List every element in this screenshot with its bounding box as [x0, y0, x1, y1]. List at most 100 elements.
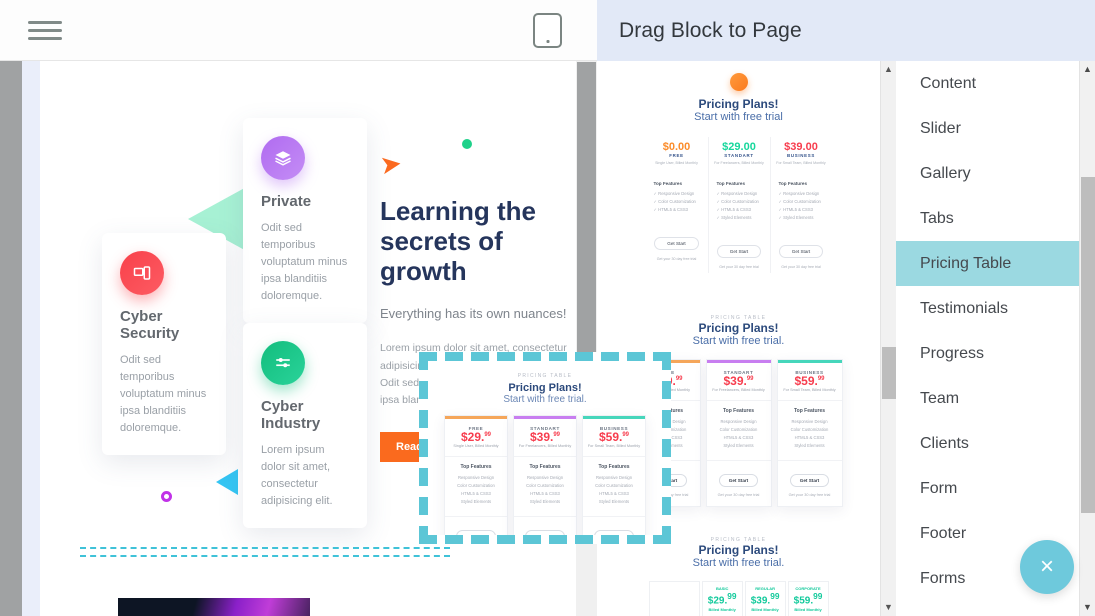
feature-item: Styled Elements: [794, 443, 825, 449]
plan-cta-button[interactable]: Get Start: [594, 530, 634, 535]
feature-item: ✓ HTML5 & CSS3: [778, 207, 813, 213]
feature-item: ✓ Styled Elements: [778, 215, 814, 221]
preview-subtitle: Start with free trial.: [692, 335, 785, 348]
block-menu-item-gallery[interactable]: Gallery: [896, 151, 1079, 196]
feature-item: Responsive Design: [791, 419, 828, 425]
close-panel-button[interactable]: ×: [1020, 540, 1074, 594]
layers-icon: [261, 136, 305, 180]
menu-scroll-down-arrow[interactable]: ▼: [1080, 603, 1095, 612]
plan-features: Top Features ✓ Responsive Design ✓ Color C…: [650, 181, 704, 212]
block-menu-scrollbar[interactable]: ▲ ▼: [1079, 61, 1095, 616]
pricing-plan-column[interactable]: STANDART $39.99 For Freelancers, Billed Mo…: [705, 359, 772, 508]
feature-item: ✓ HTML5 & CSS3: [716, 207, 751, 213]
block-menu-item-label: Form: [920, 479, 958, 497]
plan-cta-button[interactable]: Get Start: [778, 245, 824, 259]
pricing-plan-column[interactable]: BUSINESS $59.99 For Small Team, Billed Mon…: [582, 415, 646, 535]
block-menu-item-label: Progress: [920, 344, 985, 362]
block-menu-item-label: Testimonials: [920, 299, 1009, 317]
plan-cta-button[interactable]: Get Start: [654, 237, 699, 251]
page-title: Learning the secrets of growth: [380, 196, 537, 287]
feature-item: Styled Elements: [723, 443, 754, 449]
mobile-device-icon[interactable]: [533, 13, 562, 48]
feature-item: Responsive Design: [595, 475, 633, 481]
preview-scroll-up-arrow[interactable]: ▲: [881, 65, 896, 74]
block-menu-item-content[interactable]: Content: [896, 61, 1079, 106]
plan-cta-button[interactable]: Get Start: [718, 474, 759, 488]
plan-name: FREE: [669, 153, 684, 159]
features-title: Top Features: [598, 464, 630, 471]
card-body: Odit sed temporibus voluptatum minus ips…: [120, 354, 207, 435]
table-plan-header: BASIC $29.99 Billed Monthly: [701, 581, 743, 616]
table-plan-period: Billed Monthly: [751, 606, 779, 612]
plan-audience: Single User, Billed Monthly: [453, 444, 499, 449]
plan-cta-button[interactable]: Get Start: [716, 245, 762, 259]
feature-item: ✓ Color Customization: [778, 199, 821, 205]
neon-photo-block[interactable]: [118, 598, 310, 616]
block-menu-item-tabs[interactable]: Tabs: [896, 196, 1079, 241]
features-title: Top Features: [793, 408, 826, 415]
block-menu-scrollbar-thumb[interactable]: [1081, 177, 1095, 513]
plan-price: $0.00: [662, 141, 691, 153]
feature-card-cyber-security[interactable]: Cyber Security Odit sed temporibus volup…: [102, 233, 226, 456]
preview-title: Pricing Plans!: [698, 97, 779, 111]
pricing-plan-column[interactable]: STANDART $39.99 For Freelancers, Billed Mo…: [513, 415, 577, 535]
pricing-plan-column[interactable]: $39.00 BUSINESS For Small Team, Billed Mon…: [769, 137, 832, 274]
plan-price: $39.00: [784, 141, 818, 153]
feature-item: HTML5 & CSS3: [723, 435, 754, 441]
block-menu-item-pricing-table[interactable]: Pricing Table: [896, 241, 1079, 286]
pricing-plan-column[interactable]: BUSINESS $59.99 For Small Team, Billed Mon…: [776, 359, 843, 508]
plan-features: Top Features Responsive Design Color Custo…: [583, 456, 645, 516]
plan-header: BUSINESS $59.99 For Small Team, Billed Mon…: [583, 419, 645, 456]
plan-cta-button[interactable]: Get Start: [789, 474, 830, 488]
block-menu-item-label: Slider: [920, 119, 961, 137]
plan-features: Top Features ✓ Responsive Design ✓ Color C…: [775, 181, 828, 220]
plan-note: Get your 30 day free trial: [656, 257, 697, 262]
block-category-menu[interactable]: Content Slider Gallery Tabs Pricing Table Tes…: [896, 61, 1079, 616]
features-title: Top Features: [460, 464, 492, 471]
pricing-plan-column[interactable]: $0.00 FREE Single User, Billed Monthly Top …: [646, 137, 708, 273]
canvas-scrollbar-thumb[interactable]: [577, 62, 596, 372]
feature-item: Color Customization: [790, 427, 829, 433]
table-plan-period: Billed Monthly: [794, 606, 822, 612]
dragged-pricing-table-block[interactable]: PRICING TABLE Pricing Plans! Start with …: [419, 352, 671, 544]
plan-cta-button[interactable]: Get Start: [456, 530, 496, 535]
preview-scrollbar[interactable]: ▲ ▼: [880, 61, 896, 616]
plan-price: $59.99: [794, 374, 825, 389]
plan-features: Top Features Responsive Design Color Custo…: [445, 456, 507, 516]
block-menu-item-testimonials[interactable]: Testimonials: [896, 286, 1079, 331]
feature-card-private[interactable]: Private Odit sed temporibus voluptatum m…: [243, 118, 367, 324]
block-kicker: PRICING TABLE: [517, 373, 573, 379]
block-menu-item-label: Pricing Table: [920, 254, 1012, 272]
block-menu-item-label: Forms: [920, 569, 966, 587]
feature-item: Styled Elements: [460, 499, 492, 505]
plan-footer: Get Start Get your 30 day free trial: [777, 460, 842, 506]
plan-header: FREE$29.99Single User, Billed Monthly: [445, 419, 507, 456]
plan-note: Get your 30 day free trial: [719, 265, 759, 270]
feature-item: HTML5 & CSS3: [461, 491, 491, 497]
purple-ring-decoration: [161, 491, 172, 502]
menu-scroll-up-arrow[interactable]: ▲: [1080, 65, 1095, 74]
feature-item: Styled Elements: [529, 499, 561, 505]
block-menu-item-form[interactable]: Form: [896, 466, 1079, 511]
coin-icon: [729, 73, 748, 91]
plan-name: STANDART: [724, 153, 754, 159]
preview-block-pricing-one[interactable]: Pricing Plans! Start with free trial $0.…: [597, 61, 880, 274]
card-body: Odit sed temporibus voluptatum minus ips…: [261, 222, 348, 303]
plan-audience: For Small Team, Billed Monthly: [776, 161, 826, 166]
block-menu-item-slider[interactable]: Slider: [896, 106, 1079, 151]
plan-cta-button[interactable]: Get Start: [525, 530, 565, 535]
block-menu-item-team[interactable]: Team: [896, 376, 1079, 421]
block-menu-item-progress[interactable]: Progress: [896, 331, 1079, 376]
block-menu-item-clients[interactable]: Clients: [896, 421, 1079, 466]
feature-item: Color Customization: [526, 483, 564, 489]
preview-scroll-down-arrow[interactable]: ▼: [881, 603, 896, 612]
card-title: Cyber Security: [120, 308, 180, 342]
preview-scrollbar-thumb[interactable]: [882, 347, 896, 399]
block-title: Pricing Plans!: [508, 382, 582, 394]
hamburger-icon[interactable]: [28, 16, 62, 45]
pricing-plan-column[interactable]: FREE$29.99Single User, Billed MonthlyTop…: [444, 415, 508, 535]
feature-card-cyber-industry[interactable]: Cyber Industry Lorem ipsum dolor sit ame…: [243, 323, 367, 529]
plan-footer: Get Start Get your 30 day free trial: [706, 460, 771, 506]
plan-price: $29.99: [460, 430, 492, 444]
pricing-plan-column[interactable]: $29.00 STANDART For Freelancers, Billed Mo…: [707, 137, 770, 274]
